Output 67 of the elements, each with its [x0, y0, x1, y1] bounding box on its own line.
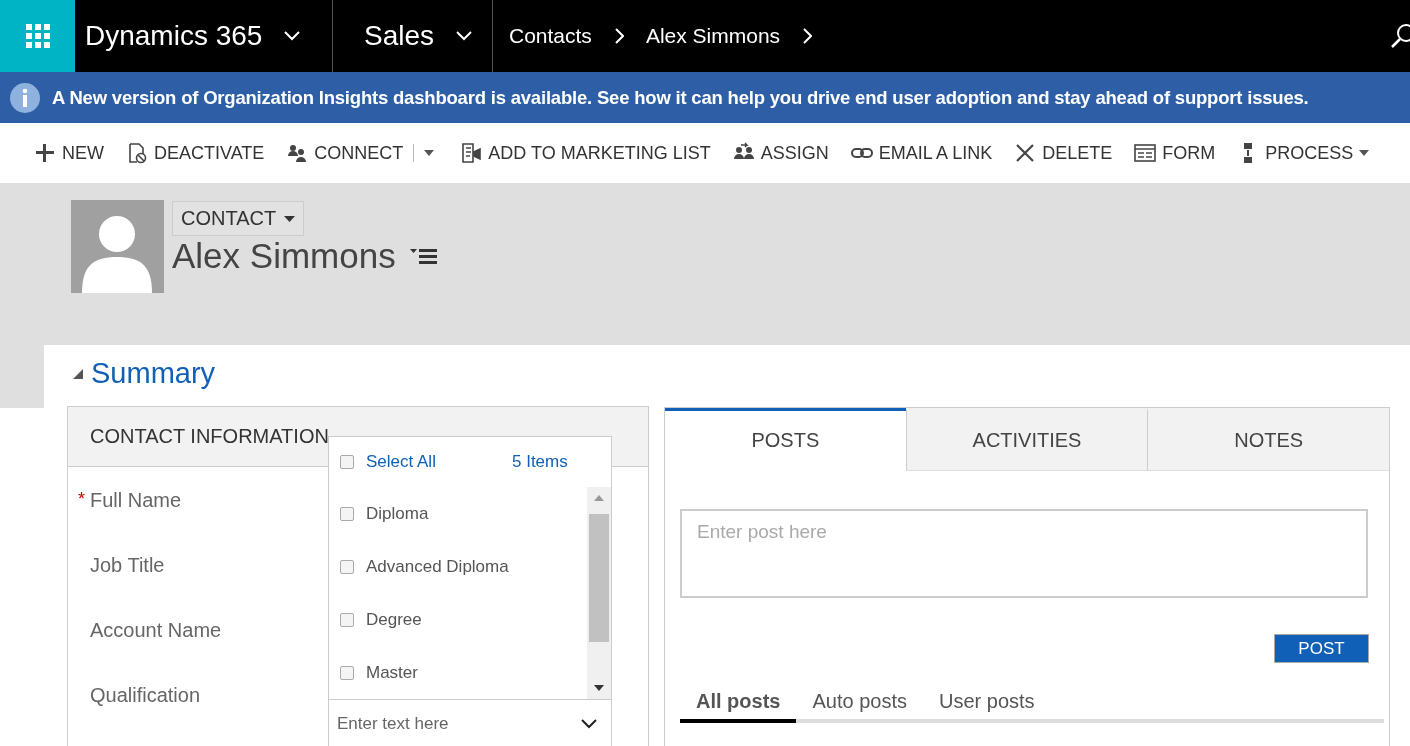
deactivate-icon: [126, 142, 148, 164]
caret-icon: [424, 150, 435, 156]
checkbox[interactable]: [340, 665, 354, 680]
item-count: 5 Items: [512, 452, 568, 472]
option-label[interactable]: Master: [366, 662, 418, 683]
field-label: Account Name: [90, 619, 222, 642]
scrollbar[interactable]: [587, 487, 611, 699]
area-name: Sales: [364, 20, 435, 52]
entity-selector[interactable]: CONTACT: [172, 201, 305, 236]
command-button[interactable]: EMAIL A LINK: [846, 138, 1005, 168]
search-icon[interactable]: [1390, 23, 1410, 49]
banner-text: A New version of Organization Insights dashboard is available. See how it can help you drive end user adoption and stay ahead of support issues.: [52, 86, 1309, 109]
command-button[interactable]: ASSIGN: [728, 138, 841, 168]
connect-icon: [286, 142, 309, 164]
form-icon: [1134, 142, 1157, 164]
select-all-link[interactable]: Select All: [366, 452, 500, 472]
field-label: Qualification: [90, 684, 201, 707]
chevron-down-icon: [581, 718, 597, 729]
post-button[interactable]: POST: [1274, 634, 1369, 663]
required-asterisk: *: [78, 489, 85, 509]
chevron-down-icon: [456, 31, 473, 41]
section-toggle[interactable]: Summary: [67, 345, 1390, 406]
new-icon: [34, 142, 56, 164]
scrollbar-thumb[interactable]: [589, 514, 609, 642]
command-button[interactable]: ADD TO MARKETING LIST: [456, 138, 723, 168]
filter-tab[interactable]: User posts: [922, 688, 1051, 723]
command-button[interactable]: CONNECT: [282, 138, 416, 168]
breadcrumb-link[interactable]: Alex Simmons: [645, 24, 781, 48]
scroll-up-icon[interactable]: [594, 495, 604, 501]
info-icon: [10, 82, 40, 113]
checkbox[interactable]: [340, 559, 354, 574]
panel-title: CONTACT INFORMATION: [90, 425, 329, 448]
command-button[interactable]: PROCESS: [1233, 138, 1382, 168]
chevron-right-icon: [802, 28, 813, 44]
post-input-field[interactable]: Enter post here: [680, 509, 1368, 598]
avatar-icon: [71, 200, 164, 293]
checkbox[interactable]: [340, 612, 354, 627]
caret-icon: [1359, 150, 1370, 156]
option-label[interactable]: Advanced Diploma: [366, 556, 509, 577]
chevron-right-icon: [613, 28, 624, 44]
grid-icon: [25, 24, 50, 48]
filter-tab[interactable]: Auto posts: [796, 688, 923, 723]
breadcrumb-link[interactable]: Contacts: [509, 24, 592, 48]
app-launcher-button[interactable]: [0, 0, 75, 72]
checkbox[interactable]: [340, 455, 354, 469]
tab[interactable]: ACTIVITIES: [905, 408, 1148, 471]
section-title: Summary: [91, 357, 216, 390]
scroll-down-icon[interactable]: [594, 685, 604, 691]
option-label[interactable]: Degree: [366, 609, 422, 630]
checkbox[interactable]: [340, 506, 354, 521]
tab[interactable]: NOTES: [1147, 408, 1389, 471]
filter-tab[interactable]: All posts: [680, 688, 797, 723]
menu-icon[interactable]: [409, 247, 438, 265]
caret-icon: [284, 215, 296, 222]
command-button[interactable]: DELETE: [1010, 138, 1125, 168]
field-label: Full Name: [90, 489, 182, 512]
product-name: Dynamics 365: [85, 20, 263, 52]
command-button[interactable]: NEW: [30, 138, 116, 168]
command-button[interactable]: DEACTIVATE: [122, 138, 277, 168]
chevron-down-icon: [284, 31, 301, 41]
list-icon: [460, 142, 483, 164]
record-name: Alex Simmons: [172, 236, 396, 276]
delete-icon: [1014, 142, 1037, 164]
command-button[interactable]: FORM: [1130, 138, 1228, 168]
text-input-field[interactable]: Enter text here: [335, 712, 581, 735]
option-label[interactable]: Diploma: [366, 503, 429, 524]
field-label: Job Title: [90, 554, 165, 577]
